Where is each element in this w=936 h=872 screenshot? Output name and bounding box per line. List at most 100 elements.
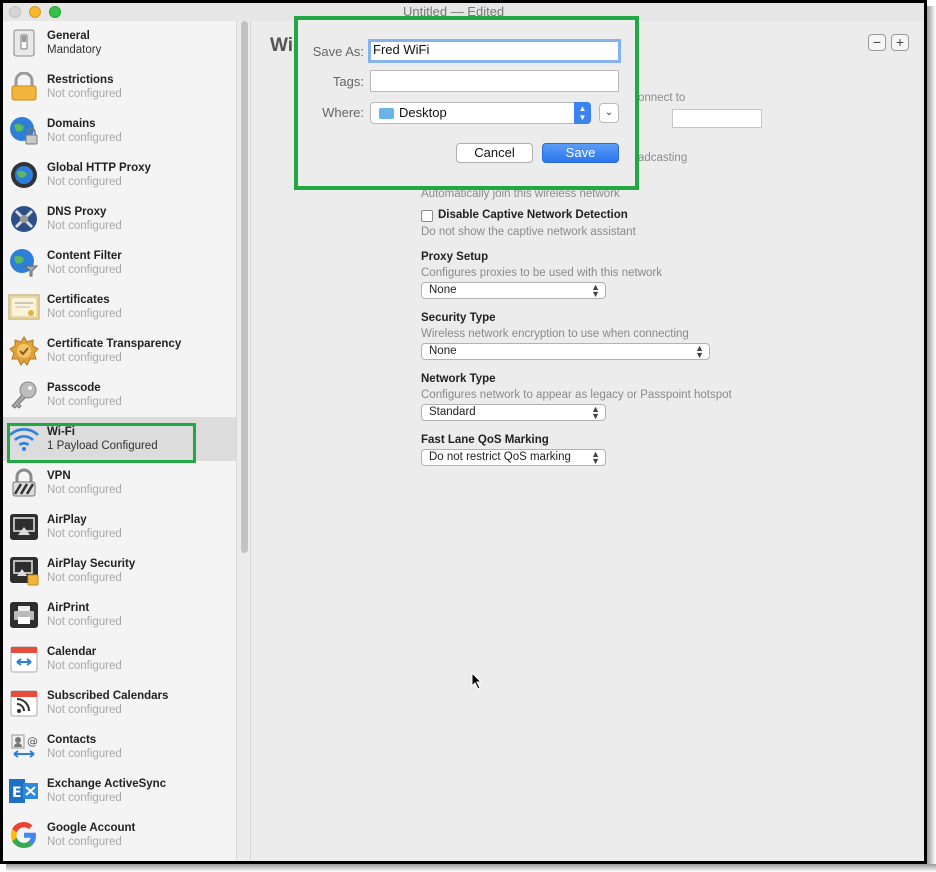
- sidebar-item-dns-proxy[interactable]: DNS Proxy Not configured: [3, 197, 236, 241]
- security-type-value: None: [429, 345, 457, 357]
- sidebar-item-subtitle: Not configured: [47, 660, 122, 672]
- sidebar-item-subtitle: Not configured: [47, 220, 122, 232]
- svg-text:E: E: [12, 785, 22, 801]
- sidebar-item-subtitle: Not configured: [47, 88, 122, 100]
- airplay-security-icon: [8, 555, 40, 587]
- sidebar-item-title: Restrictions: [47, 74, 114, 86]
- sidebar-item-airplay-security[interactable]: AirPlay Security Not configured: [3, 549, 236, 593]
- sidebar-item-certificates[interactable]: Certificates Not configured: [3, 285, 236, 329]
- sidebar-item-title: Calendar: [47, 646, 97, 658]
- sidebar-item-airprint[interactable]: AirPrint Not configured: [3, 593, 236, 637]
- scrollbar-thumb[interactable]: [241, 21, 248, 553]
- tags-input[interactable]: [370, 70, 619, 92]
- sidebar-item-subtitle: Not configured: [47, 396, 122, 408]
- svg-text:@: @: [27, 735, 38, 748]
- qos-select[interactable]: Do not restrict QoS marking ▲ ▼: [421, 449, 606, 466]
- sidebar-item-subtitle: Not configured: [47, 748, 122, 760]
- sidebar-item-content-filter[interactable]: Content Filter Not configured: [3, 241, 236, 285]
- sidebar-item-global-http-proxy[interactable]: Global HTTP Proxy Not configured: [3, 153, 236, 197]
- save-sheet: Save As: Fred WiFi Tags: Where: Desktop …: [298, 20, 635, 186]
- cancel-button[interactable]: Cancel: [456, 143, 533, 163]
- sidebar-item-title: AirPlay Security: [47, 558, 136, 570]
- sidebar-item-vpn[interactable]: VPN Not configured: [3, 461, 236, 505]
- proxy-setup-desc: Configures proxies to be used with this …: [421, 267, 662, 279]
- sidebar-item-title: Domains: [47, 118, 96, 130]
- sidebar-item-subtitle: Not configured: [47, 528, 122, 540]
- network-type-select[interactable]: Standard ▲ ▼: [421, 404, 606, 421]
- printer-icon: [8, 599, 40, 631]
- proxy-setup-select[interactable]: None ▲ ▼: [421, 282, 606, 299]
- partial-desc-connect: onnect to: [638, 92, 686, 104]
- sidebar-item-title: Contacts: [47, 734, 97, 746]
- sidebar-item-subscribed-calendars[interactable]: Subscribed Calendars Not configured: [3, 681, 236, 725]
- sidebar-item-certificate-transparency[interactable]: Certificate Transparency Not configured: [3, 329, 236, 373]
- sidebar-item-airplay[interactable]: AirPlay Not configured: [3, 505, 236, 549]
- payload-sidebar: General Mandatory Restrictions Not confi…: [3, 21, 237, 861]
- close-window-button[interactable]: [9, 6, 21, 18]
- sidebar-item-exchange-activesync[interactable]: E Exchange ActiveSync Not configured: [3, 769, 236, 813]
- sidebar-item-google-account[interactable]: Google Account Not configured: [3, 813, 236, 857]
- security-type-select[interactable]: None ▲ ▼: [421, 343, 710, 360]
- chevron-updown-icon: ▲ ▼: [591, 449, 600, 466]
- expand-dialog-button[interactable]: ⌄: [599, 103, 619, 123]
- sidebar-item-calendar[interactable]: Calendar Not configured: [3, 637, 236, 681]
- where-value: Desktop: [399, 105, 447, 120]
- save-button[interactable]: Save: [542, 143, 619, 163]
- save-as-input[interactable]: Fred WiFi: [368, 39, 621, 63]
- subscribed-calendar-icon: [8, 687, 40, 719]
- remove-payload-button[interactable]: −: [868, 34, 886, 51]
- sidebar-item-title: DNS Proxy: [47, 206, 107, 218]
- sidebar-item-passcode[interactable]: Passcode Not configured: [3, 373, 236, 417]
- sidebar-item-contacts[interactable]: @ Contacts Not configured: [3, 725, 236, 769]
- mouse-cursor-icon: [471, 671, 483, 695]
- sidebar-item-title: Certificate Transparency: [47, 338, 182, 350]
- chevron-updown-icon: ▲ ▼: [591, 282, 600, 299]
- partial-desc-broadcasting: adcasting: [638, 152, 688, 164]
- ssid-field[interactable]: [672, 109, 762, 128]
- sidebar-item-general[interactable]: General Mandatory: [3, 21, 236, 65]
- where-select[interactable]: Desktop ▲ ▼: [370, 102, 591, 124]
- minimize-window-button[interactable]: [29, 6, 41, 18]
- sidebar-item-title: Content Filter: [47, 250, 122, 262]
- proxy-globe-icon: [8, 159, 40, 191]
- network-type-label: Network Type: [421, 373, 496, 385]
- wifi-highlight-box: [7, 423, 196, 463]
- captive-label: Disable Captive Network Detection: [438, 209, 628, 221]
- disable-captive-checkbox[interactable]: [421, 210, 433, 222]
- network-type-value: Standard: [429, 406, 476, 418]
- sidebar-item-subtitle: Mandatory: [47, 44, 102, 56]
- sidebar-item-title: Subscribed Calendars: [47, 690, 169, 702]
- badge-icon: [8, 335, 40, 367]
- calendar-icon: [8, 643, 40, 675]
- globe-lock-icon: [8, 115, 40, 147]
- sidebar-item-subtitle: Not configured: [47, 484, 122, 496]
- zoom-window-button[interactable]: [49, 6, 61, 18]
- sidebar-scrollbar[interactable]: [239, 21, 251, 861]
- proxy-setup-value: None: [429, 284, 457, 296]
- add-payload-button[interactable]: +: [891, 34, 909, 51]
- payload-title: Wi: [270, 35, 294, 56]
- certificate-icon: [8, 291, 40, 323]
- sidebar-item-subtitle: Not configured: [47, 836, 122, 848]
- sidebar-item-domains[interactable]: Domains Not configured: [3, 109, 236, 153]
- filter-globe-icon: [8, 247, 40, 279]
- sidebar-item-title: AirPrint: [47, 602, 90, 614]
- network-type-desc: Configures network to appear as legacy o…: [421, 389, 732, 401]
- window-shadow-right: [927, 6, 936, 870]
- sidebar-item-subtitle: Not configured: [47, 132, 122, 144]
- window-shadow-bottom: [6, 864, 936, 872]
- sidebar-item-title: Certificates: [47, 294, 110, 306]
- sidebar-item-subtitle: Not configured: [47, 264, 122, 276]
- sidebar-item-title: Exchange ActiveSync: [47, 778, 167, 790]
- chevron-updown-icon: ▲ ▼: [591, 404, 600, 421]
- lock-icon: [8, 71, 40, 103]
- security-type-desc: Wireless network encryption to use when …: [421, 328, 689, 340]
- airplay-icon: [8, 511, 40, 543]
- sidebar-item-title: AirPlay: [47, 514, 87, 526]
- google-icon: [8, 819, 40, 851]
- chevron-updown-icon: ▲ ▼: [695, 343, 704, 360]
- key-icon: [8, 379, 40, 411]
- qos-label: Fast Lane QoS Marking: [421, 434, 549, 446]
- sidebar-item-restrictions[interactable]: Restrictions Not configured: [3, 65, 236, 109]
- qos-value: Do not restrict QoS marking: [429, 451, 571, 463]
